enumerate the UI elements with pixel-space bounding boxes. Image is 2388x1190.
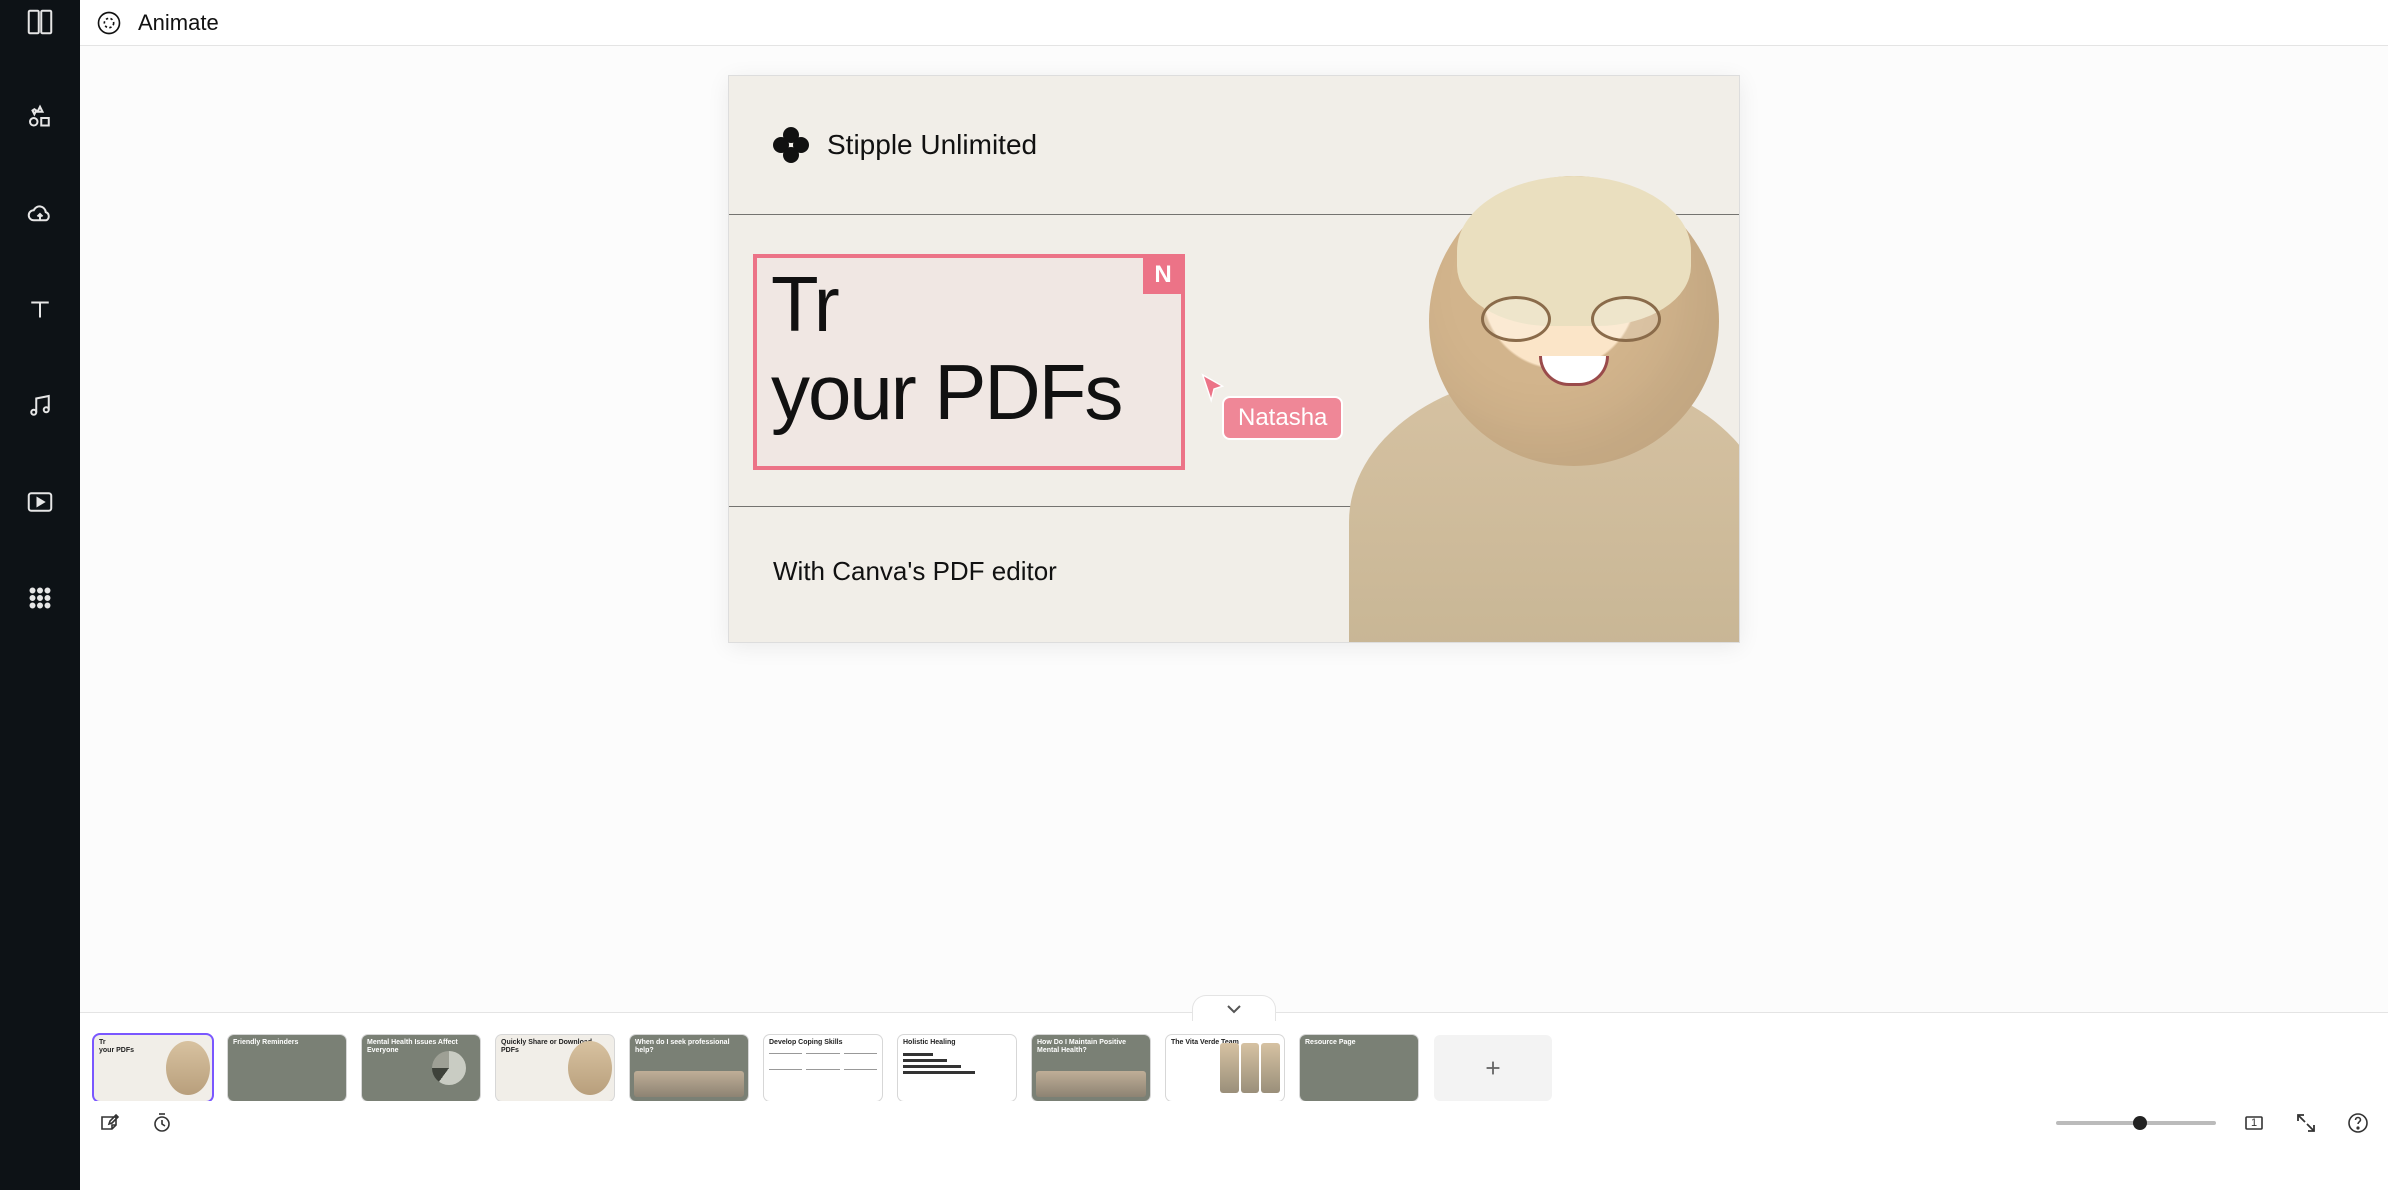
fullscreen-icon[interactable] [2292, 1109, 2320, 1137]
thumbnail-strip: Tr your PDFs Friendly Reminders Mental Hea… [80, 1012, 2388, 1190]
text-icon[interactable] [18, 288, 62, 332]
thumbnail-title: Mental Health Issues Affect Everyone [367, 1039, 475, 1054]
brand-logo-icon [773, 127, 809, 163]
slide-thumbnail[interactable]: Develop Coping Skills [764, 1035, 882, 1101]
collaborator-badge: N [1143, 256, 1183, 294]
subtitle-text[interactable]: With Canva's PDF editor [773, 556, 1057, 587]
context-toolbar: Animate [80, 0, 2388, 46]
thumbnail-title: Holistic Healing [903, 1039, 1011, 1047]
video-icon[interactable] [18, 480, 62, 524]
notes-icon[interactable] [96, 1109, 124, 1137]
slide-thumbnail[interactable]: Friendly Reminders [228, 1035, 346, 1101]
slide-thumbnail[interactable]: When do I seek professional help? [630, 1035, 748, 1101]
templates-icon[interactable] [18, 0, 62, 44]
divider [729, 506, 1359, 507]
collaborator-name-tag: Natasha [1224, 398, 1341, 438]
left-side-rail [0, 0, 80, 1190]
slide-thumbnail[interactable]: The Vita Verde Team [1166, 1035, 1284, 1101]
collapse-strip-button[interactable] [1192, 995, 1276, 1021]
canvas-area[interactable]: Stipple Unlimited N Tr your PDFs Natasha… [80, 46, 2388, 1012]
thumbnail-title: Friendly Reminders [233, 1039, 341, 1047]
brand-name: Stipple Unlimited [827, 129, 1037, 161]
bottom-status-bar: 1 [80, 1101, 2388, 1145]
audio-icon[interactable] [18, 384, 62, 428]
slide-thumbnail[interactable]: How Do I Maintain Positive Mental Health… [1032, 1035, 1150, 1101]
thumbnail-title: When do I seek professional help? [635, 1039, 743, 1054]
hero-photo[interactable] [1339, 146, 1739, 642]
zoom-slider[interactable] [2056, 1121, 2216, 1125]
grid-view-icon[interactable]: 1 [2240, 1109, 2268, 1137]
headline-line-2[interactable]: your PDFs [771, 352, 1167, 434]
slide-thumbnail[interactable]: Holistic Healing [898, 1035, 1016, 1101]
add-page-button[interactable] [1434, 1035, 1552, 1101]
elements-icon[interactable] [18, 96, 62, 140]
slide-thumbnail[interactable]: Quickly Share or Download PDFs [496, 1035, 614, 1101]
animate-button[interactable]: Animate [138, 10, 219, 36]
headline-line-1[interactable]: Tr [771, 264, 1167, 346]
thumbnail-title: Develop Coping Skills [769, 1039, 877, 1047]
duration-icon[interactable] [148, 1109, 176, 1137]
animate-icon[interactable] [94, 8, 124, 38]
slide-canvas[interactable]: Stipple Unlimited N Tr your PDFs Natasha… [729, 76, 1739, 642]
slide-thumbnail[interactable]: Resource Page [1300, 1035, 1418, 1101]
text-selection-box[interactable]: N Tr your PDFs [753, 254, 1185, 470]
thumbnail-title: How Do I Maintain Positive Mental Health… [1037, 1039, 1145, 1054]
apps-icon[interactable] [18, 576, 62, 620]
slide-thumbnail[interactable]: Tr your PDFs [94, 1035, 212, 1101]
uploads-cloud-icon[interactable] [18, 192, 62, 236]
thumbnail-title: Resource Page [1305, 1039, 1413, 1047]
slide-thumbnail[interactable]: Mental Health Issues Affect Everyone [362, 1035, 480, 1101]
help-icon[interactable] [2344, 1109, 2372, 1137]
